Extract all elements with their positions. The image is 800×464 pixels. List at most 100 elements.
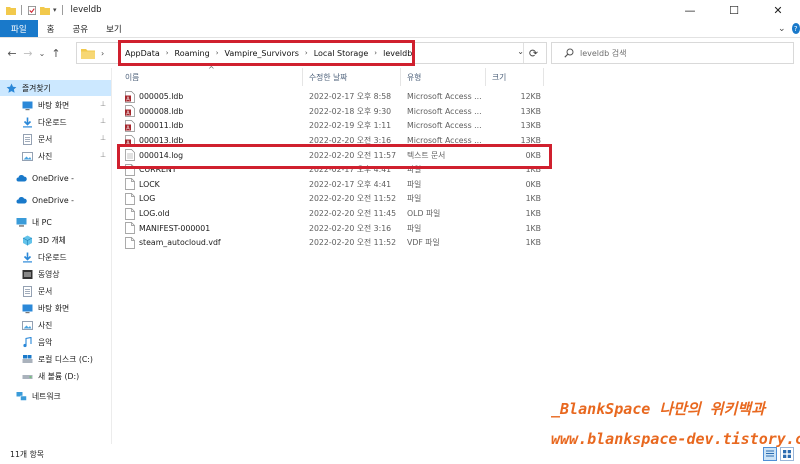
file-row[interactable]: A 000005.ldb 2022-02-17 오후 8:58 Microsoft A… — [121, 90, 541, 105]
navigation-pane: 즐겨찾기 바탕 화면 ⊥ 다운로드 ⊥ 문서 ⊥ 사진 ⊥ OneDrive -… — [0, 68, 112, 444]
watermark-title: _BlankSpace 나만의 위키백과 — [551, 400, 766, 418]
breadcrumb-roaming[interactable]: Roaming — [171, 49, 214, 58]
breadcrumb-local-storage[interactable]: Local Storage — [310, 49, 373, 58]
sidebar-item-pc-downloads[interactable]: 다운로드 — [22, 249, 67, 265]
sidebar-label: 다운로드 — [38, 252, 67, 262]
column-header-date[interactable]: 수정한 날짜 — [309, 68, 347, 86]
tab-home[interactable]: 홈 — [38, 20, 64, 37]
properties-icon[interactable] — [27, 5, 37, 15]
details-view-icon — [766, 450, 774, 457]
file-row[interactable]: CURRENT 2022-02-17 오후 4:41 파일 1KB — [121, 163, 541, 178]
file-row[interactable]: LOG.old 2022-02-20 오전 11:45 OLD 파일 1KB — [121, 206, 541, 221]
sidebar-item-local-disk-c[interactable]: 로컬 디스크 (C:) — [22, 351, 93, 367]
column-header-type[interactable]: 유형 — [407, 68, 421, 86]
breadcrumb-chevron-icon[interactable]: › — [372, 49, 379, 57]
file-icon — [125, 193, 139, 205]
file-row[interactable]: LOG 2022-02-20 오전 11:52 파일 1KB — [121, 192, 541, 207]
breadcrumb-chevron-icon[interactable]: › — [303, 49, 310, 57]
sidebar-item-pc-pictures[interactable]: 사진 — [22, 317, 52, 333]
sidebar-item-pc-desktop[interactable]: 바탕 화면 — [22, 300, 69, 316]
sidebar-label: 사진 — [38, 151, 53, 161]
recent-locations-button[interactable]: ⌄ — [36, 43, 48, 63]
column-divider[interactable] — [485, 68, 486, 86]
column-header-name[interactable]: 이름 — [125, 68, 139, 86]
sidebar-item-3d-objects[interactable]: 3D 개체 — [22, 232, 66, 248]
tab-share[interactable]: 공유 — [63, 20, 97, 37]
file-date: 2022-02-20 오전 11:52 — [309, 238, 397, 248]
breadcrumb-appdata[interactable]: AppData — [121, 49, 164, 58]
maximize-button[interactable]: ☐ — [712, 0, 756, 20]
address-bar[interactable]: › AppData › Roaming › Vampire_Survivors … — [76, 42, 547, 64]
file-row[interactable]: steam_autocloud.vdf 2022-02-20 오전 11:52 VD… — [121, 236, 541, 251]
breadcrumb-chevron-icon[interactable]: › — [214, 49, 221, 57]
file-name: LOG — [139, 194, 156, 204]
file-row[interactable]: A 000011.ldb 2022-02-19 오후 1:11 Microsoft A… — [121, 119, 541, 134]
file-row[interactable]: A 000008.ldb 2022-02-18 오후 9:30 Microsoft A… — [121, 104, 541, 119]
file-row[interactable]: LOCK 2022-02-17 오후 4:41 파일 0KB — [121, 177, 541, 192]
sidebar-item-downloads[interactable]: 다운로드 — [22, 114, 67, 130]
breadcrumb-vampire-survivors[interactable]: Vampire_Survivors — [221, 49, 303, 58]
pin-icon[interactable]: ⊥ — [100, 117, 106, 125]
sort-ascending-icon: ^ — [208, 65, 215, 74]
sidebar-item-documents[interactable]: 문서 — [22, 131, 52, 147]
minimize-button[interactable]: — — [668, 0, 712, 20]
download-icon — [23, 252, 32, 262]
sidebar-item-onedrive[interactable]: OneDrive - — [16, 170, 74, 186]
refresh-button[interactable]: ⟳ — [523, 43, 543, 63]
file-type: Microsoft Access ... — [407, 136, 482, 146]
forward-button[interactable]: → — [20, 43, 36, 63]
sidebar-item-onedrive-2[interactable]: OneDrive - — [16, 192, 74, 208]
sidebar-item-quick-access[interactable]: 즐겨찾기 — [0, 80, 111, 96]
sidebar-label: 바탕 화면 — [38, 100, 70, 110]
up-button[interactable]: ↑ — [48, 43, 64, 63]
large-icons-view-button[interactable] — [780, 447, 794, 461]
search-box[interactable] — [551, 42, 794, 64]
network-icon — [16, 391, 27, 401]
column-divider[interactable] — [400, 68, 401, 86]
breadcrumb-chevron-icon[interactable]: › — [164, 49, 171, 57]
file-row[interactable]: 000014.log 2022-02-20 오전 11:57 텍스트 문서 0KB — [121, 148, 541, 163]
watermark-url: www.blankspace-dev.tistory.com — [551, 430, 800, 448]
file-row[interactable]: MANIFEST-000001 2022-02-20 오전 3:16 파일 1KB — [121, 221, 541, 236]
file-name: 000013.ldb — [139, 136, 184, 146]
tab-file[interactable]: 파일 — [0, 20, 38, 37]
pin-icon[interactable]: ⊥ — [100, 100, 106, 108]
local-disk-icon — [22, 354, 33, 363]
tab-view[interactable]: 보기 — [97, 20, 131, 37]
back-button[interactable]: ← — [4, 43, 20, 63]
search-input[interactable] — [580, 48, 780, 58]
sidebar-item-desktop[interactable]: 바탕 화면 — [22, 97, 69, 113]
file-type: 파일 — [407, 165, 422, 175]
sidebar-label: 로컬 디스크 (C:) — [38, 354, 93, 364]
new-folder-icon[interactable] — [40, 6, 50, 15]
close-button[interactable]: ✕ — [756, 0, 800, 20]
cloud-icon — [16, 196, 27, 203]
sidebar-item-videos[interactable]: 동영상 — [22, 266, 60, 282]
pin-icon[interactable]: ⊥ — [100, 151, 106, 159]
column-divider[interactable] — [302, 68, 303, 86]
file-icon — [125, 222, 139, 235]
root-chevron-icon[interactable]: › — [101, 49, 104, 58]
file-date: 2022-02-18 오후 9:30 — [309, 106, 392, 116]
breadcrumb-leveldb[interactable]: leveldb — [379, 49, 416, 58]
file-date: 2022-02-17 오후 4:41 — [309, 179, 392, 189]
help-icon[interactable]: ? — [791, 23, 800, 34]
column-divider[interactable] — [543, 68, 544, 86]
pin-icon[interactable]: ⊥ — [100, 134, 106, 142]
volume-icon — [22, 374, 33, 379]
sidebar-item-new-volume-d[interactable]: 새 볼륨 (D:) — [22, 368, 79, 384]
sidebar-item-pc-documents[interactable]: 문서 — [22, 283, 52, 299]
sidebar-item-this-pc[interactable]: 내 PC — [16, 214, 52, 230]
file-name: LOG.old — [139, 209, 170, 219]
expand-ribbon-icon[interactable]: ⌄ — [778, 24, 786, 34]
sidebar-item-network[interactable]: 네트워크 — [16, 388, 61, 404]
file-name: 000011.ldb — [139, 121, 184, 131]
customize-toolbar-icon[interactable]: ▾ — [53, 6, 57, 14]
sidebar-item-music[interactable]: 음악 — [22, 334, 52, 350]
file-date: 2022-02-17 오후 4:41 — [309, 165, 392, 175]
file-row[interactable]: A 000013.ldb 2022-02-20 오전 3:16 Microsoft A… — [121, 133, 541, 148]
column-header-size[interactable]: 크기 — [492, 68, 506, 86]
details-view-button[interactable] — [763, 447, 777, 461]
sidebar-item-pictures[interactable]: 사진 — [22, 148, 52, 164]
file-date: 2022-02-19 오후 1:11 — [309, 121, 392, 131]
